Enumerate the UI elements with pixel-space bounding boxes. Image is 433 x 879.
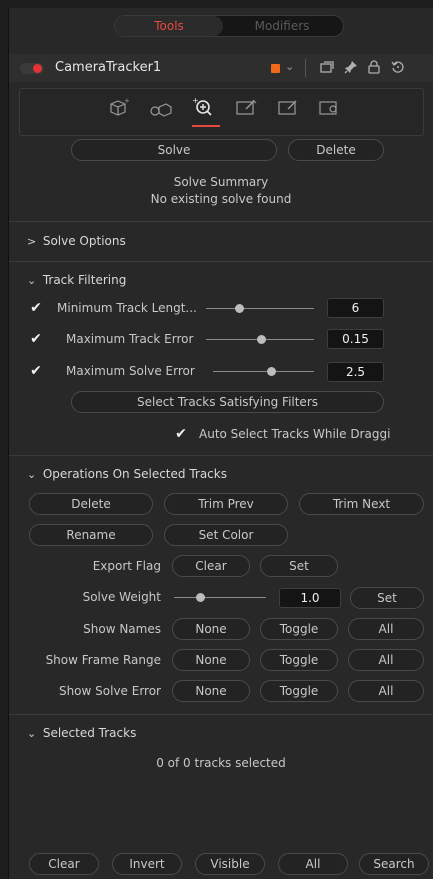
- solve-tab-icon[interactable]: +: [191, 96, 213, 119]
- chevron-down-icon: ⌄: [27, 468, 37, 481]
- max-solve-error-value[interactable]: 2.5: [327, 362, 384, 382]
- max-solve-error-label: Maximum Solve Error: [66, 364, 195, 378]
- search-selection-button[interactable]: Search: [359, 853, 429, 875]
- selected-tracks-title: Selected Tracks: [42, 726, 137, 740]
- visible-selection-button[interactable]: Visible: [195, 853, 265, 875]
- track-filtering-title: Track Filtering: [42, 273, 127, 287]
- divider-icon: [305, 59, 306, 77]
- min-track-length-slider-knob[interactable]: [235, 304, 244, 313]
- show-solve-error-all-button[interactable]: All: [348, 680, 424, 702]
- max-track-error-label: Maximum Track Error: [66, 332, 194, 346]
- divider: [9, 261, 433, 262]
- solve-weight-value[interactable]: 1.0: [279, 588, 341, 608]
- rename-tracks-button[interactable]: Rename: [29, 524, 153, 546]
- options-tab-icon[interactable]: [278, 99, 300, 118]
- show-frame-range-all-button[interactable]: All: [348, 649, 424, 671]
- show-frame-range-toggle-button[interactable]: Toggle: [260, 649, 338, 671]
- inspector-panel: Tools Modifiers CameraTracker1 ⌄ + + Sol…: [8, 8, 433, 879]
- pin-icon[interactable]: [344, 60, 358, 77]
- operations-header[interactable]: ⌄ Operations On Selected Tracks: [27, 467, 227, 481]
- solve-weight-slider-knob[interactable]: [196, 593, 205, 602]
- selected-tracks-header[interactable]: ⌄ Selected Tracks: [27, 726, 136, 740]
- show-frame-range-none-button[interactable]: None: [172, 649, 250, 671]
- selected-tracks-status: 0 of 0 tracks selected: [156, 756, 286, 770]
- max-track-error-slider-knob[interactable]: [257, 335, 266, 344]
- icon-tab-bar: [19, 88, 424, 136]
- delete-solve-button[interactable]: Delete: [288, 139, 384, 161]
- trim-next-button[interactable]: Trim Next: [299, 493, 424, 515]
- enable-toggle[interactable]: [20, 63, 44, 74]
- min-track-length-slider[interactable]: [206, 308, 314, 309]
- invert-selection-button[interactable]: Invert: [112, 853, 182, 875]
- solve-options-header[interactable]: > Solve Options: [27, 234, 126, 248]
- min-track-length-checkbox[interactable]: ✔: [29, 301, 43, 315]
- solve-button[interactable]: Solve: [71, 139, 277, 161]
- svg-text:+: +: [192, 96, 199, 105]
- track-filtering-header[interactable]: ⌄ Track Filtering: [27, 273, 126, 287]
- export-flag-set-button[interactable]: Set: [260, 555, 338, 577]
- show-frame-range-label: Show Frame Range: [45, 653, 161, 667]
- export-flag-label: Export Flag: [92, 559, 161, 573]
- auto-select-checkbox[interactable]: ✔: [174, 427, 188, 441]
- operations-title: Operations On Selected Tracks: [42, 467, 227, 481]
- all-selection-button[interactable]: All: [278, 853, 348, 875]
- tab-tools[interactable]: Tools: [115, 16, 223, 36]
- solve-summary-title: Solve Summary: [173, 175, 269, 189]
- lock-icon[interactable]: [367, 60, 381, 77]
- delete-tracks-button[interactable]: Delete: [29, 493, 153, 515]
- max-solve-error-slider-knob[interactable]: [267, 367, 276, 376]
- set-color-button[interactable]: Set Color: [164, 524, 288, 546]
- clear-selection-button[interactable]: Clear: [29, 853, 99, 875]
- settings-tab-icon[interactable]: [319, 99, 341, 118]
- active-tab-underline: [192, 125, 220, 127]
- chevron-down-icon: ⌄: [27, 727, 37, 740]
- show-solve-error-none-button[interactable]: None: [172, 680, 250, 702]
- color-swatch-icon[interactable]: [271, 64, 280, 73]
- solve-options-title: Solve Options: [42, 234, 126, 248]
- show-solve-error-label: Show Solve Error: [58, 684, 161, 698]
- show-names-none-button[interactable]: None: [172, 618, 250, 640]
- show-names-label: Show Names: [83, 622, 161, 636]
- track-tab-icon[interactable]: +: [107, 97, 130, 119]
- versions-icon[interactable]: [320, 61, 334, 78]
- select-tracks-satisfying-filters-button[interactable]: Select Tracks Satisfying Filters: [71, 391, 384, 413]
- chevron-right-icon: >: [27, 235, 37, 248]
- show-names-all-button[interactable]: All: [348, 618, 424, 640]
- node-name: CameraTracker1: [55, 60, 162, 75]
- enable-toggle-dot: [33, 64, 42, 73]
- auto-select-label: Auto Select Tracks While Draggi: [199, 427, 391, 441]
- chevron-down-icon[interactable]: ⌄: [285, 60, 294, 73]
- trim-prev-button[interactable]: Trim Prev: [164, 493, 288, 515]
- show-names-toggle-button[interactable]: Toggle: [260, 618, 338, 640]
- solve-weight-slider[interactable]: [174, 597, 266, 598]
- export-tab-icon[interactable]: [236, 99, 258, 118]
- min-track-length-label: Minimum Track Lengt...: [57, 301, 197, 315]
- solve-summary-status: No existing solve found: [150, 192, 292, 206]
- divider: [9, 221, 433, 222]
- chevron-down-icon: ⌄: [27, 274, 37, 287]
- max-solve-error-slider[interactable]: [213, 371, 314, 372]
- max-solve-error-checkbox[interactable]: ✔: [29, 364, 43, 378]
- camera-tab-icon[interactable]: [149, 99, 173, 120]
- solve-weight-label: Solve Weight: [82, 590, 161, 604]
- max-track-error-checkbox[interactable]: ✔: [29, 332, 43, 346]
- export-flag-clear-button[interactable]: Clear: [172, 555, 250, 577]
- reset-icon[interactable]: [391, 60, 405, 77]
- tab-modifiers[interactable]: Modifiers: [227, 16, 337, 36]
- divider: [9, 455, 433, 456]
- max-track-error-value[interactable]: 0.15: [327, 329, 384, 349]
- show-solve-error-toggle-button[interactable]: Toggle: [260, 680, 338, 702]
- solve-weight-set-button[interactable]: Set: [350, 587, 424, 609]
- min-track-length-value[interactable]: 6: [327, 298, 384, 318]
- divider: [9, 714, 433, 715]
- svg-text:+: +: [124, 98, 129, 105]
